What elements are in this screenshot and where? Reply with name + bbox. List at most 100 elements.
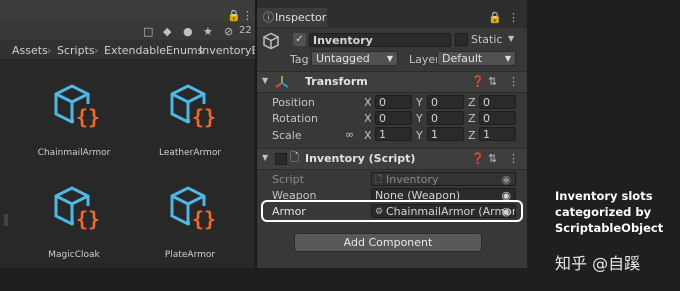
filter-type-icon[interactable]: ◆ (163, 26, 171, 37)
annotation-area: Inventory slots categorized by Scriptabl… (528, 0, 680, 291)
scale-label: Scale (272, 129, 302, 142)
rotation-label: Rotation (272, 112, 319, 125)
scrollbar[interactable] (4, 214, 8, 226)
script-value: Inventory (386, 173, 439, 186)
transform-icon (275, 76, 289, 88)
layer-dropdown[interactable]: Default ▼ (437, 51, 516, 66)
label-icon[interactable]: ● (183, 26, 193, 37)
component-enabled-checkbox[interactable] (275, 153, 287, 165)
breadcrumb-item[interactable]: Scripts (57, 44, 95, 57)
scriptable-object-icon: {} (54, 186, 102, 231)
annotation-line: categorized by (555, 205, 652, 219)
annotation-line: Inventory slots (555, 189, 653, 203)
svg-text:{}: {} (76, 105, 100, 129)
position-x-field[interactable]: 0 (375, 95, 412, 109)
svg-text:{}: {} (76, 207, 100, 231)
object-name-field[interactable]: Inventory (309, 33, 451, 47)
static-label: Static (471, 33, 503, 46)
add-component-button[interactable]: Add Component (294, 233, 482, 252)
tag-dropdown[interactable]: Untagged ▼ (311, 51, 398, 66)
chevron-down-icon: ▼ (386, 54, 393, 63)
scriptable-object-icon: {} (170, 186, 218, 231)
package-count: 22 (239, 25, 252, 36)
breadcrumb: Assets › Scripts › ExtendableEnums › Inv… (0, 40, 265, 60)
more-icon[interactable]: ⋮ (508, 153, 519, 164)
gameobject-icon (263, 32, 279, 50)
help-icon[interactable]: ❓ (471, 153, 485, 164)
lock-icon[interactable]: 🔒 (488, 12, 502, 23)
chevron-down-icon: ▼ (262, 153, 269, 162)
preset-icon[interactable]: ⇅ (488, 153, 497, 164)
rotation-z-field[interactable]: 0 (479, 111, 516, 125)
script-icon: 🗋 (375, 175, 383, 185)
chevron-right-icon: › (47, 44, 52, 57)
axis-z-label: Z (468, 112, 476, 125)
axis-x-label: X (364, 96, 372, 109)
hidden-packages-icon[interactable]: ⊘ (224, 26, 233, 37)
help-icon[interactable]: ❓ (471, 76, 485, 87)
layer-label: Layer (409, 53, 440, 66)
armor-field[interactable]: ⚙ ChainmailArmor (Armor) ◉ (371, 204, 516, 218)
armor-label: Armor (272, 205, 306, 218)
layer-value: Default (442, 52, 483, 65)
tab-inspector[interactable]: ⓘ Inspector (257, 8, 327, 27)
chevron-down-icon[interactable]: ▼ (508, 35, 514, 43)
chevron-down-icon: ▼ (504, 54, 511, 63)
scriptable-object-icon: {} (54, 84, 102, 129)
scale-y-field[interactable]: 1 (427, 127, 464, 141)
target-icon[interactable]: ◉ (501, 205, 511, 217)
asset-label: ChainmailArmor (37, 148, 111, 158)
asset-label: LeatherArmor (158, 148, 222, 158)
script-title: Inventory (Script) (305, 152, 416, 165)
create-icon[interactable]: □ (143, 26, 153, 37)
watermark: 知乎 @自蹊 (555, 254, 641, 273)
info-icon: ⓘ (263, 11, 274, 24)
link-icon[interactable]: ∞ (345, 129, 354, 140)
static-checkbox[interactable] (455, 33, 468, 46)
breadcrumb-item[interactable]: ExtendableEnums (104, 44, 203, 57)
tag-label: Tag (290, 53, 309, 66)
axis-y-label: Y (416, 112, 423, 125)
breadcrumb-item[interactable]: Assets (12, 44, 48, 57)
favorite-icon[interactable]: ★ (203, 26, 213, 37)
lock-icon[interactable]: 🔒 (227, 10, 241, 21)
transform-header[interactable]: ▼ Transform ❓ ⇅ ⋮ (257, 71, 527, 93)
more-icon[interactable]: ⋮ (508, 76, 519, 87)
annotation-line: ScriptableObject (555, 221, 664, 235)
project-toolbar: □ ◆ ● ★ ⊘ 22 (0, 22, 255, 40)
target-icon: ◉ (501, 173, 511, 186)
tag-value: Untagged (316, 52, 370, 65)
chevron-down-icon: ▼ (262, 76, 269, 85)
script-label: Script (272, 173, 304, 186)
svg-text:{}: {} (192, 207, 216, 231)
more-icon[interactable]: ⋮ (508, 12, 519, 23)
armor-value: ChainmailArmor (Armor) (386, 205, 516, 218)
position-y-field[interactable]: 0 (427, 95, 464, 109)
rotation-y-field[interactable]: 0 (427, 111, 464, 125)
scale-z-field[interactable]: 1 (479, 127, 516, 141)
annotation-text: Inventory slots categorized by Scriptabl… (555, 188, 663, 236)
axis-z-label: Z (468, 129, 476, 142)
position-label: Position (272, 96, 315, 109)
tab-label: Inspector (275, 11, 327, 24)
position-z-field[interactable]: 0 (479, 95, 516, 109)
rotation-x-field[interactable]: 0 (375, 111, 412, 125)
active-checkbox[interactable]: ✓ (293, 33, 306, 46)
more-icon[interactable]: ⋮ (242, 10, 253, 21)
axis-y-label: Y (416, 129, 423, 142)
script-icon: 🗋 (290, 151, 299, 164)
inventory-script-header[interactable]: ▼ 🗋 Inventory (Script) ❓ ⇅ ⋮ (257, 148, 527, 170)
scriptable-object-icon: ⚙ (375, 207, 384, 217)
scriptable-object-icon: {} (170, 84, 218, 129)
axis-z-label: Z (468, 96, 476, 109)
axis-x-label: X (364, 112, 372, 125)
scale-x-field[interactable]: 1 (375, 127, 412, 141)
transform-title: Transform (305, 75, 368, 88)
bottom-strip (0, 268, 528, 291)
asset-label: PlateArmor (164, 250, 216, 260)
preset-icon[interactable]: ⇅ (488, 76, 497, 87)
axis-x-label: X (364, 129, 372, 142)
axis-y-label: Y (416, 96, 423, 109)
svg-text:{}: {} (192, 105, 216, 129)
asset-label: MagicCloak (48, 250, 100, 260)
